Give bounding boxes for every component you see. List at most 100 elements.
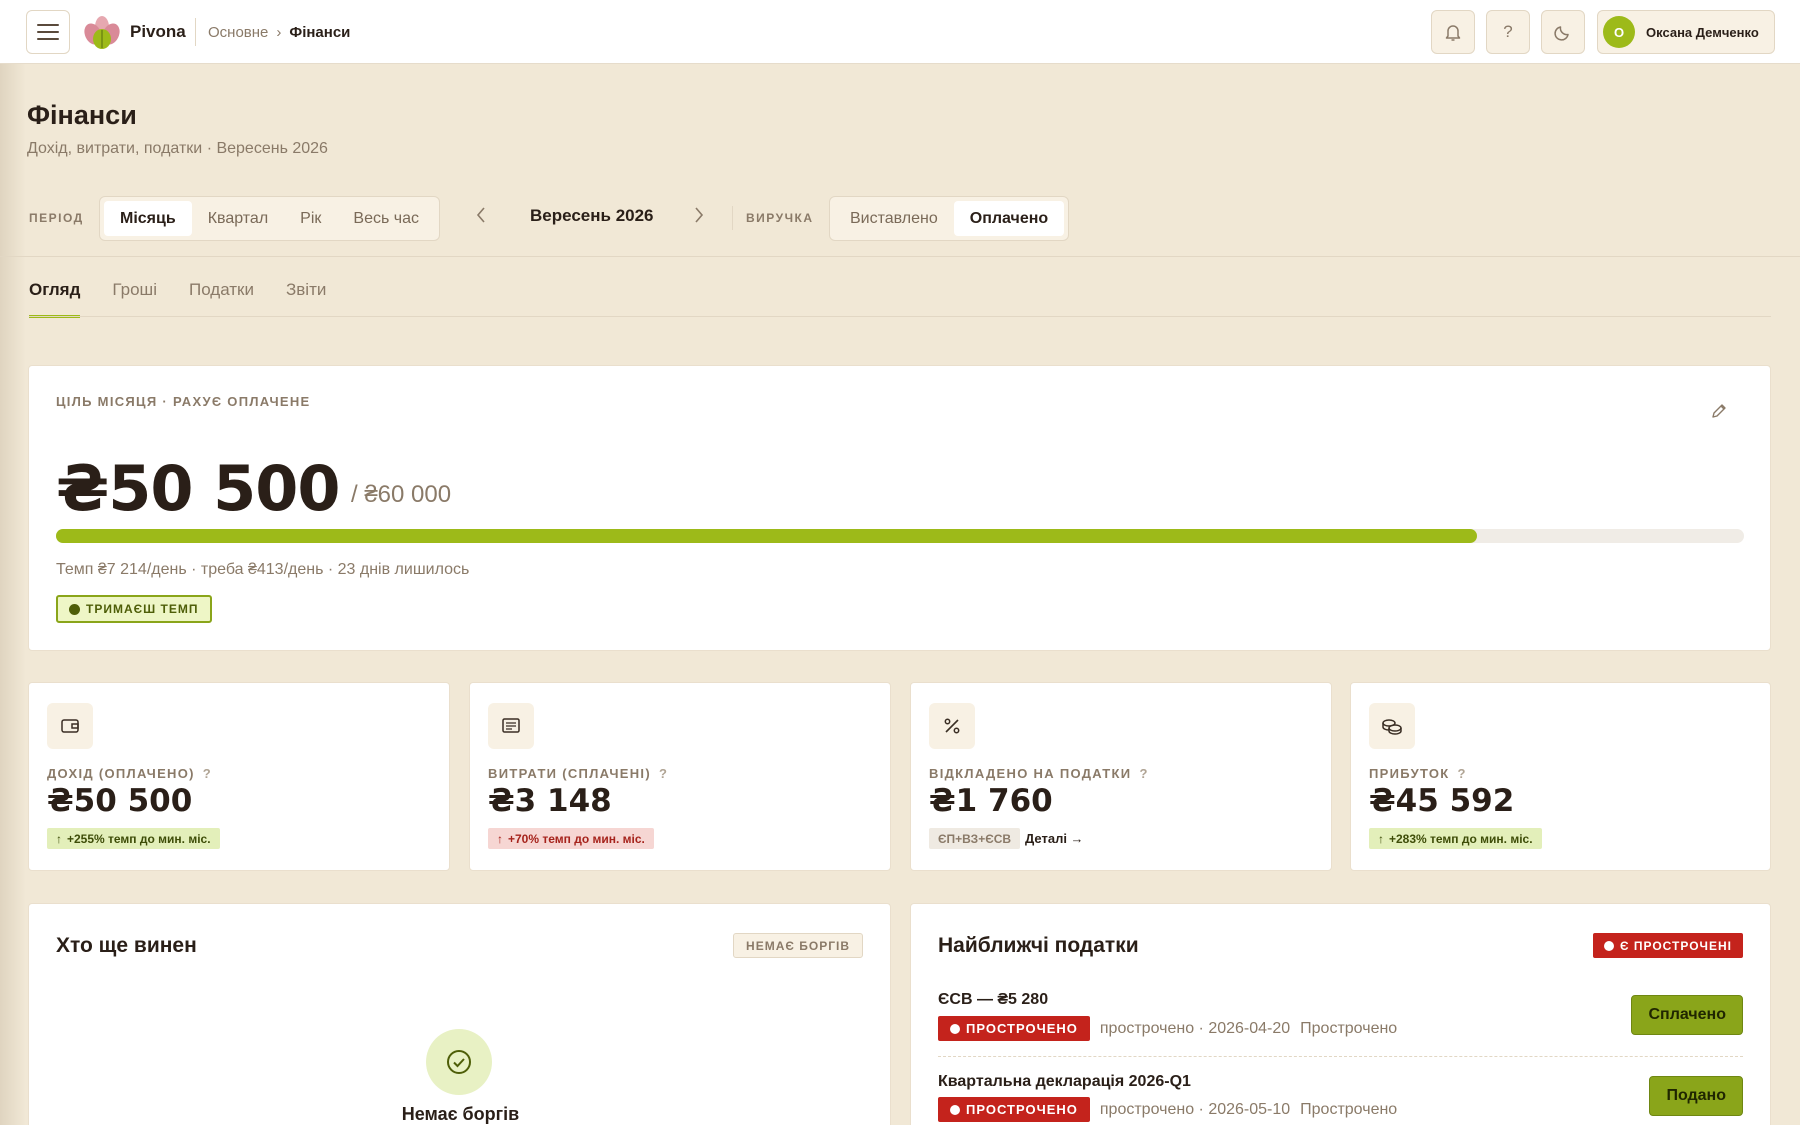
row-divider <box>938 1056 1743 1057</box>
kpi-help-icon[interactable]: ? <box>659 766 667 781</box>
coins-icon <box>1382 719 1402 735</box>
goal-label: ЦІЛЬ МІСЯЦЯ · РАХУЄ ОПЛАЧЕНЕ <box>56 394 311 409</box>
empty-state-badge <box>426 1029 492 1095</box>
top-bar: Pivona Основне › Фінанси ? О Оксана Демч… <box>0 0 1800 64</box>
kpi-value: ₴3 148 <box>488 783 612 819</box>
filters-divider <box>0 256 1800 257</box>
avatar: О <box>1603 16 1635 48</box>
kpi-icon-box <box>47 703 93 749</box>
menu-button[interactable] <box>26 10 70 54</box>
brand-name[interactable]: Pivona <box>130 22 186 42</box>
period-option-month[interactable]: Місяць <box>104 201 192 236</box>
check-circle-icon <box>69 603 80 615</box>
question-icon: ? <box>1503 22 1513 41</box>
period-option-year[interactable]: Рік <box>284 201 337 236</box>
theme-toggle-button[interactable] <box>1541 10 1585 54</box>
tax-item-due: прострочено · 2026-05-10 <box>1099 1100 1291 1118</box>
kpi-label: ВИТРАТИ (СПЛАЧЕНІ)? <box>488 766 667 781</box>
edit-goal-button[interactable] <box>1710 402 1728 425</box>
pivona-logo-icon <box>84 16 120 49</box>
bell-icon <box>1445 25 1461 41</box>
hamburger-icon <box>37 24 59 40</box>
kpi-help-icon[interactable]: ? <box>1458 766 1466 781</box>
user-menu[interactable]: О Оксана Демченко <box>1597 10 1775 54</box>
breadcrumb-separator: › <box>276 24 282 41</box>
goal-target: / ₴60 000 <box>351 481 452 508</box>
page-subtitle: Дохід, витрати, податки · Вересень 2026 <box>27 140 328 157</box>
no-debts-badge: НЕМАЄ БОРГІВ <box>733 933 863 958</box>
overdue-badge: Є ПРОСТРОЧЕНІ <box>1593 933 1743 958</box>
overdue-pill-label: ПРОСТРОЧЕНО <box>966 1021 1078 1036</box>
empty-state-text: Немає боргів <box>401 1104 520 1124</box>
kpi-value: ₴1 760 <box>929 783 1053 819</box>
wallet-icon <box>61 719 79 733</box>
goal-pace: Темп ₴7 214/день · треба ₴413/день · 23 … <box>56 561 470 578</box>
kpi-label-text: ДОХІД (ОПЛАЧЕНО) <box>47 766 195 781</box>
goal-progress-fill <box>56 529 1477 543</box>
user-name: Оксана Демченко <box>1646 24 1759 40</box>
notifications-button[interactable] <box>1431 10 1475 54</box>
kpi-icon-box <box>1369 703 1415 749</box>
tax-details-link[interactable]: Деталі → <box>1025 831 1084 846</box>
tax-types-tag: ЄП+ВЗ+ЄСВ <box>929 828 1021 849</box>
debts-title: Хто ще винен <box>56 934 197 957</box>
kpi-value: ₴45 592 <box>1369 783 1515 819</box>
tax-item-name: ЄСВ — ₴5 280 <box>938 991 1049 1008</box>
kpi-label-text: ВИТРАТИ (СПЛАЧЕНІ) <box>488 766 651 781</box>
tabs: Огляд Гроші Податки Звіти <box>29 280 326 318</box>
sidebar-shadow <box>0 64 26 1125</box>
mark-filed-button[interactable]: Подано <box>1649 1076 1743 1116</box>
overdue-badge-label: Є ПРОСТРОЧЕНІ <box>1620 938 1732 953</box>
goal-value: ₴50 500 <box>56 452 341 525</box>
kpi-delta-text: +283% темп до мин. міс. <box>1389 831 1533 846</box>
kpi-icon-box <box>929 703 975 749</box>
alert-icon <box>950 1023 960 1034</box>
kpi-help-icon[interactable]: ? <box>203 766 211 781</box>
revenue-option-invoiced[interactable]: Виставлено <box>834 201 954 236</box>
kpi-icon-box <box>488 703 534 749</box>
period-option-all-time[interactable]: Весь час <box>337 201 435 236</box>
chevron-left-icon <box>476 207 485 223</box>
kpi-delta-text: +70% темп до мин. міс. <box>508 831 645 846</box>
mark-paid-button[interactable]: Сплачено <box>1631 995 1743 1035</box>
period-label: ПЕРІОД <box>29 211 84 225</box>
debts-card: Хто ще винен НЕМАЄ БОРГІВ Немає боргів <box>28 903 891 1125</box>
kpi-label: ДОХІД (ОПЛАЧЕНО)? <box>47 766 211 781</box>
help-button[interactable]: ? <box>1486 10 1530 54</box>
kpi-card-profit: ПРИБУТОК? ₴45 592 ↑ +283% темп до мин. мі… <box>1350 682 1771 871</box>
next-period-button[interactable] <box>693 205 705 231</box>
revenue-label: ВИРУЧКА <box>746 211 814 225</box>
tabs-divider <box>29 316 1771 317</box>
overdue-pill: ПРОСТРОЧЕНО <box>938 1016 1090 1041</box>
kpi-delta-text: +255% темп до мин. міс. <box>67 831 211 846</box>
on-track-label: ТРИМАЄШ ТЕМП <box>86 602 199 616</box>
overdue-pill: ПРОСТРОЧЕНО <box>938 1097 1090 1122</box>
revenue-option-paid[interactable]: Оплачено <box>953 201 1065 236</box>
tab-reports[interactable]: Звіти <box>286 280 326 300</box>
tax-item-due: прострочено · 2026-04-20 <box>1099 1019 1291 1037</box>
percent-icon <box>944 718 960 734</box>
alert-icon <box>1604 940 1614 951</box>
arrow-up-icon: ↑ <box>1378 831 1384 846</box>
kpi-delta: ↑ +255% темп до мин. міс. <box>47 828 220 849</box>
kpi-card-tax-reserve: ВІДКЛАДЕНО НА ПОДАТКИ? ₴1 760 ЄП+ВЗ+ЄСВ … <box>910 682 1332 871</box>
kpi-help-icon[interactable]: ? <box>1139 766 1147 781</box>
page-title: Фінанси <box>27 100 137 130</box>
kpi-delta: ↑ +283% темп до мин. міс. <box>1369 828 1542 849</box>
period-option-quarter[interactable]: Квартал <box>192 201 284 236</box>
check-circle-icon <box>447 1050 471 1074</box>
kpi-label: ПРИБУТОК? <box>1369 766 1465 781</box>
goal-card: ЦІЛЬ МІСЯЦЯ · РАХУЄ ОПЛАЧЕНЕ ₴50 500 / ₴… <box>28 365 1771 651</box>
overdue-pill-label: ПРОСТРОЧЕНО <box>966 1102 1078 1117</box>
kpi-label-text: ПРИБУТОК <box>1369 766 1450 781</box>
tab-overview[interactable]: Огляд <box>29 280 81 318</box>
tab-taxes[interactable]: Податки <box>189 280 254 300</box>
tab-money[interactable]: Гроші <box>112 280 157 300</box>
prev-period-button[interactable] <box>475 205 487 231</box>
breadcrumb-home[interactable]: Основне <box>208 24 268 41</box>
goal-progress-bar <box>56 529 1744 543</box>
arrow-up-icon: ↑ <box>56 831 62 846</box>
kpi-label: ВІДКЛАДЕНО НА ПОДАТКИ? <box>929 766 1147 781</box>
breadcrumb-current: Фінанси <box>289 24 351 41</box>
alert-icon <box>950 1104 960 1115</box>
